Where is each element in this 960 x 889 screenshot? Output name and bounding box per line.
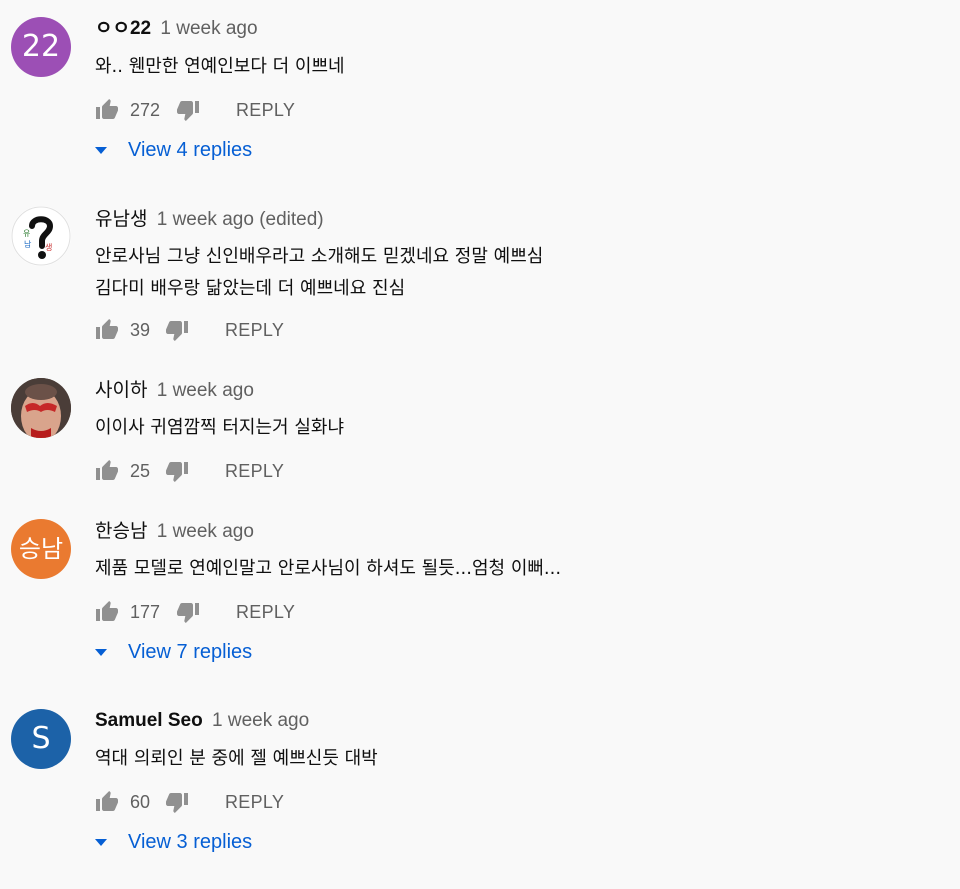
like-count: 177 bbox=[130, 601, 161, 622]
comment-text-line: 이이사 귀염깜찍 터지는거 실화냐 bbox=[95, 417, 345, 438]
comment-actions: 25 REPLY bbox=[95, 457, 284, 485]
caret-down-icon bbox=[95, 146, 107, 154]
thumbs-down-icon[interactable] bbox=[176, 98, 200, 122]
reply-button[interactable]: REPLY bbox=[225, 792, 284, 813]
like-count: 39 bbox=[130, 319, 151, 340]
timestamp[interactable]: 1 week ago bbox=[212, 710, 309, 731]
svg-text:유: 유 bbox=[23, 229, 30, 238]
comment-text-line: 역대 의뢰인 분 중에 젤 예쁘신듯 대박 bbox=[95, 748, 378, 769]
author-name[interactable]: ㅇㅇ22 bbox=[95, 18, 151, 39]
caret-down-icon bbox=[95, 648, 107, 656]
comment-text: 이이사 귀염깜찍 터지는거 실화냐 bbox=[95, 412, 344, 444]
comment-header: Samuel Seo 1 week ago bbox=[95, 709, 309, 733]
avatar[interactable]: 22 bbox=[11, 17, 71, 77]
comment-header: ㅇㅇ22 1 week ago bbox=[95, 17, 258, 41]
timestamp[interactable]: 1 week ago bbox=[160, 18, 257, 39]
view-replies-button[interactable]: View 7 replies bbox=[95, 641, 252, 664]
like-count: 60 bbox=[130, 791, 151, 812]
avatar-initials: 승남 bbox=[18, 535, 64, 563]
svg-text:남: 남 bbox=[24, 240, 32, 249]
avatar[interactable]: 승남 bbox=[11, 519, 71, 579]
thumbs-up-icon[interactable] bbox=[95, 459, 119, 483]
view-replies-button[interactable]: View 3 replies bbox=[95, 831, 252, 854]
question-mark-logo-icon: 유 남 생 bbox=[11, 206, 71, 266]
reply-button[interactable]: REPLY bbox=[236, 100, 295, 121]
author-name[interactable]: 사이하 bbox=[95, 379, 147, 401]
timestamp[interactable]: 1 week ago (edited) bbox=[157, 209, 324, 230]
thumbs-down-icon[interactable] bbox=[176, 600, 200, 624]
svg-text:생: 생 bbox=[45, 242, 52, 252]
comment-text-line: 와.. 웬만한 연예인보다 더 이쁘네 bbox=[95, 56, 345, 77]
comment-actions: 272 REPLY bbox=[95, 96, 295, 124]
author-name[interactable]: 유남생 bbox=[95, 208, 147, 230]
thumbs-up-icon[interactable] bbox=[95, 790, 119, 814]
like-count: 272 bbox=[130, 99, 161, 120]
comment-text-line: 김다미 배우랑 닮았는데 더 예쁘네요 진심 bbox=[95, 278, 406, 299]
view-replies-label: View 3 replies bbox=[128, 831, 253, 853]
reply-button[interactable]: REPLY bbox=[236, 602, 295, 623]
author-name[interactable]: Samuel Seo bbox=[95, 710, 203, 731]
thumbs-down-icon[interactable] bbox=[165, 318, 189, 342]
thumbs-up-icon[interactable] bbox=[95, 318, 119, 342]
comment-text: 제품 모델로 연예인말고 안로사님이 하셔도 될듯...엄청 이뻐... bbox=[95, 553, 561, 585]
view-replies-button[interactable]: View 4 replies bbox=[95, 139, 252, 162]
comment-text: 와.. 웬만한 연예인보다 더 이쁘네 bbox=[95, 51, 345, 83]
comment-text: 안로사님 그냥 신인배우라고 소개해도 믿겠네요 정말 예쁘심 김다미 배우랑 … bbox=[95, 241, 543, 305]
timestamp[interactable]: 1 week ago bbox=[157, 521, 254, 542]
view-replies-label: View 7 replies bbox=[128, 641, 253, 663]
comment-actions: 177 REPLY bbox=[95, 598, 295, 626]
avatar[interactable] bbox=[11, 378, 71, 438]
comment-header: 한승남 1 week ago bbox=[95, 519, 254, 544]
comment-header: 유남생 1 week ago (edited) bbox=[95, 207, 324, 232]
avatar[interactable]: 유 남 생 bbox=[11, 206, 71, 266]
comment-actions: 60 REPLY bbox=[95, 788, 284, 816]
thumbs-down-icon[interactable] bbox=[165, 459, 189, 483]
comment-text-line: 안로사님 그냥 신인배우라고 소개해도 믿겠네요 정말 예쁘심 bbox=[95, 246, 544, 267]
comment-actions: 39 REPLY bbox=[95, 316, 284, 344]
like-count: 25 bbox=[130, 460, 151, 481]
thumbs-down-icon[interactable] bbox=[165, 790, 189, 814]
reply-button[interactable]: REPLY bbox=[225, 461, 284, 482]
author-name[interactable]: 한승남 bbox=[95, 520, 147, 542]
thumbs-up-icon[interactable] bbox=[95, 600, 119, 624]
caret-down-icon bbox=[95, 838, 107, 846]
photo-avatar-icon bbox=[11, 378, 71, 438]
view-replies-label: View 4 replies bbox=[128, 139, 253, 161]
thumbs-up-icon[interactable] bbox=[95, 98, 119, 122]
avatar-initials: 22 bbox=[21, 29, 61, 64]
reply-button[interactable]: REPLY bbox=[225, 320, 284, 341]
comment-text: 역대 의뢰인 분 중에 젤 예쁘신듯 대박 bbox=[95, 743, 378, 775]
comment-header: 사이하 1 week ago bbox=[95, 378, 254, 403]
avatar-initials: S bbox=[31, 721, 51, 756]
comment-text-line: 제품 모델로 연예인말고 안로사님이 하셔도 될듯...엄청 이뻐... bbox=[95, 558, 562, 579]
avatar[interactable]: S bbox=[11, 709, 71, 769]
timestamp[interactable]: 1 week ago bbox=[157, 380, 254, 401]
